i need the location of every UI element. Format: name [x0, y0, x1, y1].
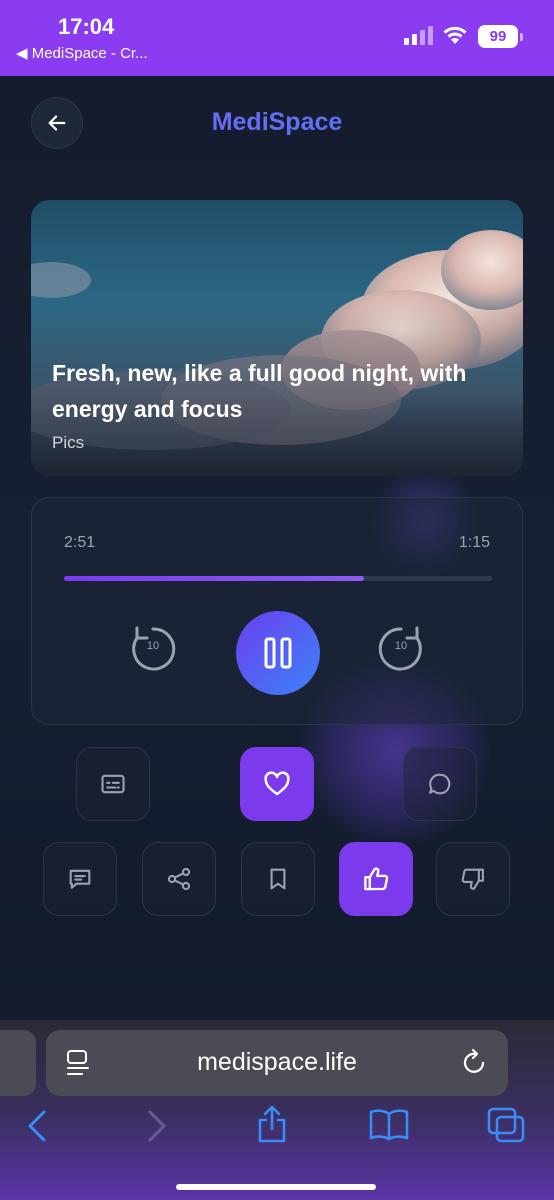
pause-icon	[264, 637, 292, 669]
message-icon	[69, 869, 91, 889]
progress-slider[interactable]	[64, 576, 492, 581]
remaining-time: 1:15	[458, 534, 490, 551]
heart-icon	[264, 771, 290, 796]
forward-seconds: 10	[394, 640, 408, 652]
track-title: Fresh, new, like a full good night, with…	[52, 360, 467, 422]
url-text[interactable]: medispace.life	[46, 1048, 508, 1077]
rewind-seconds: 10	[146, 640, 160, 652]
reload-icon[interactable]	[462, 1048, 488, 1076]
status-bar: 17:04 ◀ MediSpace - Cr... 99	[0, 0, 554, 76]
app-screen: MediSpace Fresh, new, like a full good n…	[0, 76, 554, 1020]
bookmark-button[interactable]	[241, 842, 315, 916]
share-icon[interactable]	[254, 1104, 290, 1144]
back-to-app-link[interactable]: ◀ MediSpace - Cr...	[16, 44, 148, 62]
thumbs-down-icon	[461, 868, 484, 890]
subtitles-button[interactable]	[76, 747, 150, 821]
elapsed-time: 2:51	[64, 534, 96, 551]
cellular-signal-icon	[404, 26, 433, 45]
wifi-icon	[443, 26, 467, 44]
home-indicator	[176, 1184, 376, 1190]
message-button[interactable]	[43, 842, 117, 916]
thumbs-up-icon	[364, 867, 389, 891]
track-artwork-card: Fresh, new, like a full good night, with…	[31, 200, 523, 476]
track-category: Pics	[52, 433, 85, 452]
bookmarks-icon[interactable]	[368, 1106, 410, 1142]
like-button[interactable]	[339, 842, 413, 916]
comment-button[interactable]	[403, 747, 477, 821]
favorite-button[interactable]	[240, 747, 314, 821]
share-button[interactable]	[142, 842, 216, 916]
pause-button[interactable]	[236, 611, 320, 695]
previous-tab-peek[interactable]	[0, 1030, 36, 1096]
share-icon	[167, 867, 191, 891]
player-controls-card: 2:51 1:15 10 10	[31, 497, 523, 725]
back-arrow-icon[interactable]	[22, 1108, 52, 1144]
bookmark-icon	[270, 868, 286, 890]
browser-toolbar: medispace.life	[0, 1020, 554, 1200]
forward-arrow-icon[interactable]	[142, 1108, 172, 1144]
address-bar[interactable]: medispace.life	[46, 1030, 508, 1096]
subtitles-icon	[101, 774, 125, 794]
app-title: MediSpace	[0, 108, 554, 137]
image-overlay	[31, 200, 523, 476]
status-time: 17:04	[58, 14, 115, 39]
progress-fill	[64, 576, 364, 581]
rewind-10-button[interactable]: 10	[128, 624, 178, 674]
forward-10-button[interactable]: 10	[376, 624, 426, 674]
battery-indicator: 99	[478, 25, 523, 48]
tabs-icon[interactable]	[486, 1106, 526, 1144]
chat-bubble-icon	[429, 773, 451, 795]
dislike-button[interactable]	[436, 842, 510, 916]
